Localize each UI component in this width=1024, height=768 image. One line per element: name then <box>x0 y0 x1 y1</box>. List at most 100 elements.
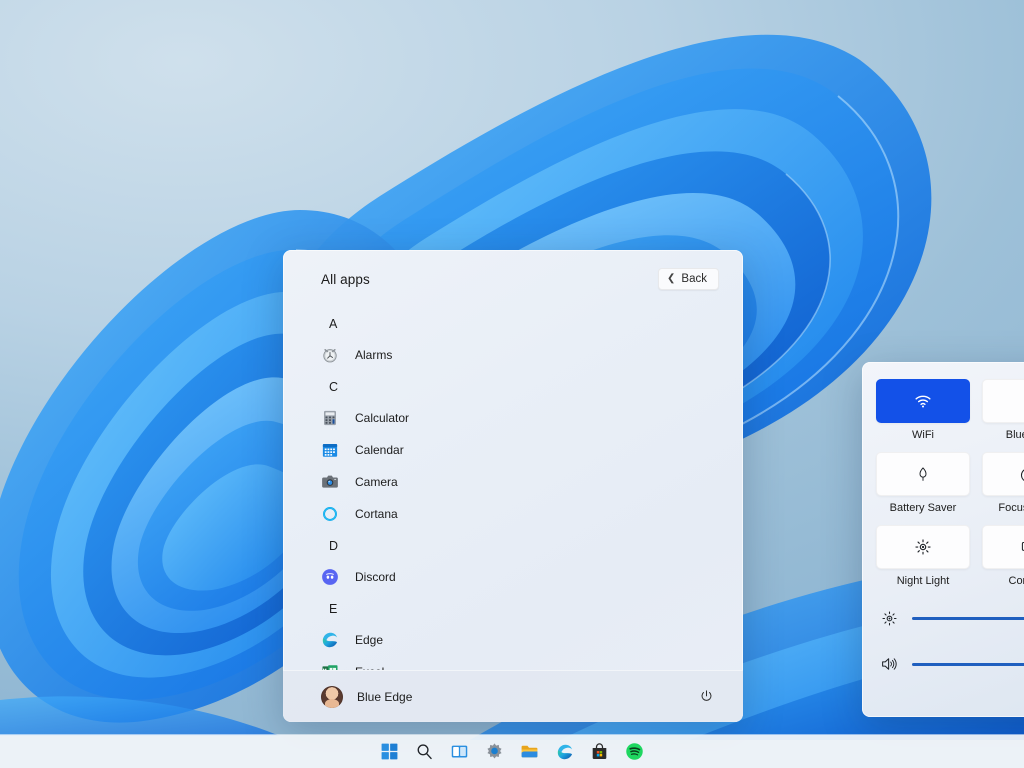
quick-setting-cell: WiFi <box>876 379 970 441</box>
wifi-icon <box>913 391 933 411</box>
app-name-label: Excel <box>355 665 384 670</box>
quick-setting-tile-bluetooth[interactable] <box>982 379 1024 423</box>
user-account-button[interactable]: Blue Edge <box>321 686 412 708</box>
start-menu-all-apps-panel: All apps ❮ Back A Alarms C Calculator Calend… <box>283 250 743 722</box>
back-button[interactable]: ❮ Back <box>658 268 719 290</box>
taskbar-file-explorer-button[interactable] <box>518 740 542 764</box>
store-icon <box>590 742 609 761</box>
app-group-letter: D <box>321 530 743 561</box>
quick-setting-cell: Battery Saver <box>876 452 970 514</box>
slider-row-brightness <box>880 609 1024 627</box>
app-name-label: Calculator <box>355 411 409 425</box>
app-list-item[interactable]: Edge <box>321 624 743 656</box>
quick-setting-label: Connect <box>1009 575 1024 587</box>
app-group-letter: A <box>321 308 743 339</box>
quick-settings-sliders <box>876 609 1024 673</box>
app-list-item[interactable]: Camera <box>321 466 743 498</box>
quick-setting-tile-focus-assist[interactable] <box>982 452 1024 496</box>
app-list-item[interactable]: Calendar <box>321 434 743 466</box>
volume-icon-wrap <box>880 655 898 673</box>
spotify-icon <box>625 742 644 761</box>
back-button-label: Back <box>681 273 707 285</box>
all-apps-list[interactable]: A Alarms C Calculator Calendar Camera Cortana D… <box>283 308 743 670</box>
cortana-ring-icon-wrap <box>321 505 339 523</box>
taskbar-task-view-button[interactable] <box>448 740 472 764</box>
app-name-label: Discord <box>355 570 396 584</box>
app-name-label: Alarms <box>355 348 392 362</box>
power-icon <box>699 689 714 704</box>
volume-slider[interactable] <box>912 663 1024 666</box>
edge-icon <box>556 743 574 761</box>
quick-setting-label: Battery Saver <box>890 502 957 514</box>
user-name-label: Blue Edge <box>357 690 412 704</box>
app-name-label: Camera <box>355 475 398 489</box>
app-group-letter: E <box>321 593 743 624</box>
chevron-left-icon: ❮ <box>667 274 675 284</box>
quick-setting-cell: Connect <box>982 525 1024 587</box>
app-group-letter: C <box>321 371 743 402</box>
app-list-item[interactable]: Cortana <box>321 498 743 530</box>
quick-setting-tile-night-light[interactable] <box>876 525 970 569</box>
volume-icon <box>880 655 898 673</box>
search-icon <box>415 742 434 761</box>
quick-setting-tile-battery-saver[interactable] <box>876 452 970 496</box>
calculator-icon-wrap <box>321 409 339 427</box>
brightness-slider[interactable] <box>912 617 1024 620</box>
camera-icon <box>321 473 339 491</box>
excel-icon-wrap <box>321 663 339 670</box>
cortana-ring-icon <box>321 505 339 523</box>
quick-setting-label: Focus assist <box>998 502 1024 514</box>
app-list-item[interactable]: Discord <box>321 561 743 593</box>
avatar <box>321 686 343 708</box>
taskbar-edge-button[interactable] <box>553 740 577 764</box>
quick-setting-cell: Bluetooth <box>982 379 1024 441</box>
app-name-label: Calendar <box>355 443 404 457</box>
folder-icon <box>520 742 539 761</box>
quick-setting-label: Bluetooth <box>1006 429 1024 441</box>
quick-setting-tile-wifi[interactable] <box>876 379 970 423</box>
taskbar-search-button[interactable] <box>413 740 437 764</box>
app-list-item[interactable]: Excel <box>321 656 743 670</box>
battery-saver-icon <box>914 465 932 483</box>
taskbar-spotify-button[interactable] <box>623 740 647 764</box>
edge-icon <box>321 631 339 649</box>
bluetooth-icon <box>1020 392 1024 410</box>
alarms-clock-icon-wrap <box>321 346 339 364</box>
quick-settings-tile-grid: WiFi Bluetooth Battery Saver Focus assist Ni… <box>876 379 1024 587</box>
edge-icon-wrap <box>321 631 339 649</box>
page-title: All apps <box>321 272 370 287</box>
brightness-icon <box>881 610 898 627</box>
app-list-item[interactable]: Calculator <box>321 402 743 434</box>
excel-icon <box>321 663 339 670</box>
app-name-label: Cortana <box>355 507 398 521</box>
quick-setting-cell: Night Light <box>876 525 970 587</box>
taskbar-microsoft-store-button[interactable] <box>588 740 612 764</box>
start-menu-header: All apps ❮ Back <box>283 250 743 308</box>
taskbar <box>0 735 1024 768</box>
discord-icon-wrap <box>321 568 339 586</box>
moon-icon <box>1020 465 1024 483</box>
gear-icon <box>485 742 504 761</box>
start-menu-footer: Blue Edge <box>283 670 743 722</box>
quick-setting-label: Night Light <box>897 575 950 587</box>
slider-row-volume <box>880 655 1024 673</box>
taskbar-start-button[interactable] <box>378 740 402 764</box>
power-button[interactable] <box>695 686 717 708</box>
brightness-icon-wrap <box>880 609 898 627</box>
windows-logo-icon <box>380 742 399 761</box>
app-list-item[interactable]: Alarms <box>321 339 743 371</box>
app-name-label: Edge <box>355 633 383 647</box>
quick-setting-label: WiFi <box>912 429 934 441</box>
taskbar-settings-button[interactable] <box>483 740 507 764</box>
sun-bright-icon <box>914 538 932 556</box>
quick-settings-panel: WiFi Bluetooth Battery Saver Focus assist Ni… <box>862 362 1024 717</box>
camera-icon-wrap <box>321 473 339 491</box>
task-view-icon <box>450 742 469 761</box>
cast-icon <box>1020 538 1024 556</box>
calculator-icon <box>321 409 339 427</box>
discord-icon <box>321 568 339 586</box>
quick-setting-cell: Focus assist <box>982 452 1024 514</box>
alarms-clock-icon <box>321 346 339 364</box>
calendar-icon <box>321 441 339 459</box>
quick-setting-tile-connect[interactable] <box>982 525 1024 569</box>
